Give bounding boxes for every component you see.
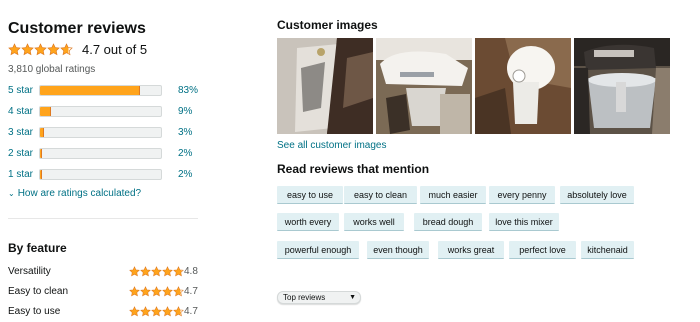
sort-selected-value: Top reviews [283,293,326,302]
star-icon [60,42,73,55]
star-icon [162,306,173,317]
mention-chip[interactable]: kitchenaid [581,241,634,259]
histogram-bar[interactable] [39,127,162,138]
mention-chip[interactable]: absolutely love [560,186,634,204]
see-all-customer-images-link[interactable]: See all customer images [277,140,387,151]
mention-chip[interactable]: works great [438,241,504,259]
histogram-star-label[interactable]: 4 star [8,106,33,118]
histogram-bar-fill [40,128,44,137]
star-icon [34,42,47,55]
histogram-row[interactable]: 1 star 2% [8,169,198,181]
star-icon [162,266,173,277]
star-icon [129,306,140,317]
histogram-row[interactable]: 3 star 3% [8,127,198,139]
feature-rating-row: Versatility 4.8 [8,266,198,278]
mention-chip[interactable]: powerful enough [277,241,359,259]
histogram-row[interactable]: 5 star 83% [8,85,198,97]
feature-name: Easy to use [8,306,61,317]
histogram-row[interactable]: 4 star 9% [8,106,198,118]
star-icon [162,286,173,297]
feature-rating-value: 4.8 [184,266,198,277]
feature-star-rating [129,286,184,297]
star-icon [140,286,151,297]
star-icon [151,306,162,317]
average-rating-text: 4.7 out of 5 [82,41,148,57]
histogram-bar[interactable] [39,148,162,159]
histogram-row[interactable]: 2 star 2% [8,148,198,160]
histogram-star-label[interactable]: 5 star [8,85,33,97]
mention-chip[interactable]: perfect love [509,241,576,259]
feature-rating-value: 4.7 [184,306,198,317]
star-icon [8,42,21,55]
mention-chip[interactable]: love this mixer [489,213,559,231]
histogram-bar-fill [40,170,43,179]
histogram-bar[interactable] [39,169,162,180]
feature-rating-value: 4.7 [184,286,198,297]
histogram-percent[interactable]: 2% [178,148,192,160]
customer-image-3[interactable] [475,38,571,134]
histogram-bar-fill [40,149,43,158]
how-ratings-calculated-text: How are ratings calculated? [17,188,142,199]
chevron-down-icon: ▼ [349,294,356,301]
global-ratings-count: 3,810 global ratings [8,64,96,75]
customer-image-1[interactable] [277,38,373,134]
customer-images-heading: Customer images [277,18,378,32]
star-icon [140,306,151,317]
mention-chip[interactable]: easy to use [277,186,343,204]
customer-image-2[interactable] [376,38,472,134]
star-icon [151,266,162,277]
star-icon [173,306,184,317]
histogram-percent[interactable]: 83% [178,85,198,97]
mention-chip[interactable]: worth every [277,213,339,231]
customer-image-4[interactable] [574,38,670,134]
average-star-rating [8,42,73,56]
feature-name: Versatility [8,266,51,277]
star-icon [47,42,60,55]
histogram-bar-fill [40,86,141,95]
how-ratings-calculated-link[interactable]: ⌄ How are ratings calculated? [8,188,141,199]
reviews-media-panel: Customer images See all customer images … [277,0,700,322]
mention-chip[interactable]: bread dough [414,213,482,231]
histogram-star-label[interactable]: 1 star [8,169,33,181]
mixer-closeup-image [277,38,373,134]
customer-reviews-heading: Customer reviews [8,20,146,37]
histogram-percent[interactable]: 9% [178,106,192,118]
feature-star-rating [129,306,184,317]
chevron-down-icon: ⌄ [8,189,15,198]
read-reviews-mention-heading: Read reviews that mention [277,162,430,176]
mention-chip[interactable]: works well [344,213,404,231]
star-icon [173,286,184,297]
histogram-percent[interactable]: 3% [178,127,192,139]
mention-chip[interactable]: much easier [420,186,486,204]
histogram-bar-fill [40,107,51,116]
star-icon [129,266,140,277]
kitchenaid-mixer-image [574,38,670,134]
histogram-percent[interactable]: 2% [178,169,192,181]
histogram-bar[interactable] [39,85,162,96]
histogram-bar[interactable] [39,106,162,117]
average-rating-row[interactable]: 4.7 out of 5 [8,41,147,57]
star-icon [173,266,184,277]
star-icon [21,42,34,55]
histogram-star-label[interactable]: 2 star [8,148,33,160]
mention-chip[interactable]: every penny [489,186,555,204]
by-feature-heading: By feature [8,241,67,255]
feature-name: Easy to clean [8,286,69,297]
feature-rating-row: Easy to clean 4.7 [8,286,198,298]
mention-chip[interactable]: even though [367,241,429,259]
divider [8,218,198,219]
histogram-star-label[interactable]: 3 star [8,127,33,139]
star-icon [129,286,140,297]
sort-reviews-select[interactable]: Top reviews ▼ [277,291,361,304]
mention-chip[interactable]: easy to clean [344,186,417,204]
feature-star-rating [129,266,184,277]
feature-rating-row: Easy to use 4.7 [8,306,198,318]
star-icon [140,266,151,277]
mixer-counter-image [376,38,472,134]
mixer-attachment-image [475,38,571,134]
star-icon [151,286,162,297]
